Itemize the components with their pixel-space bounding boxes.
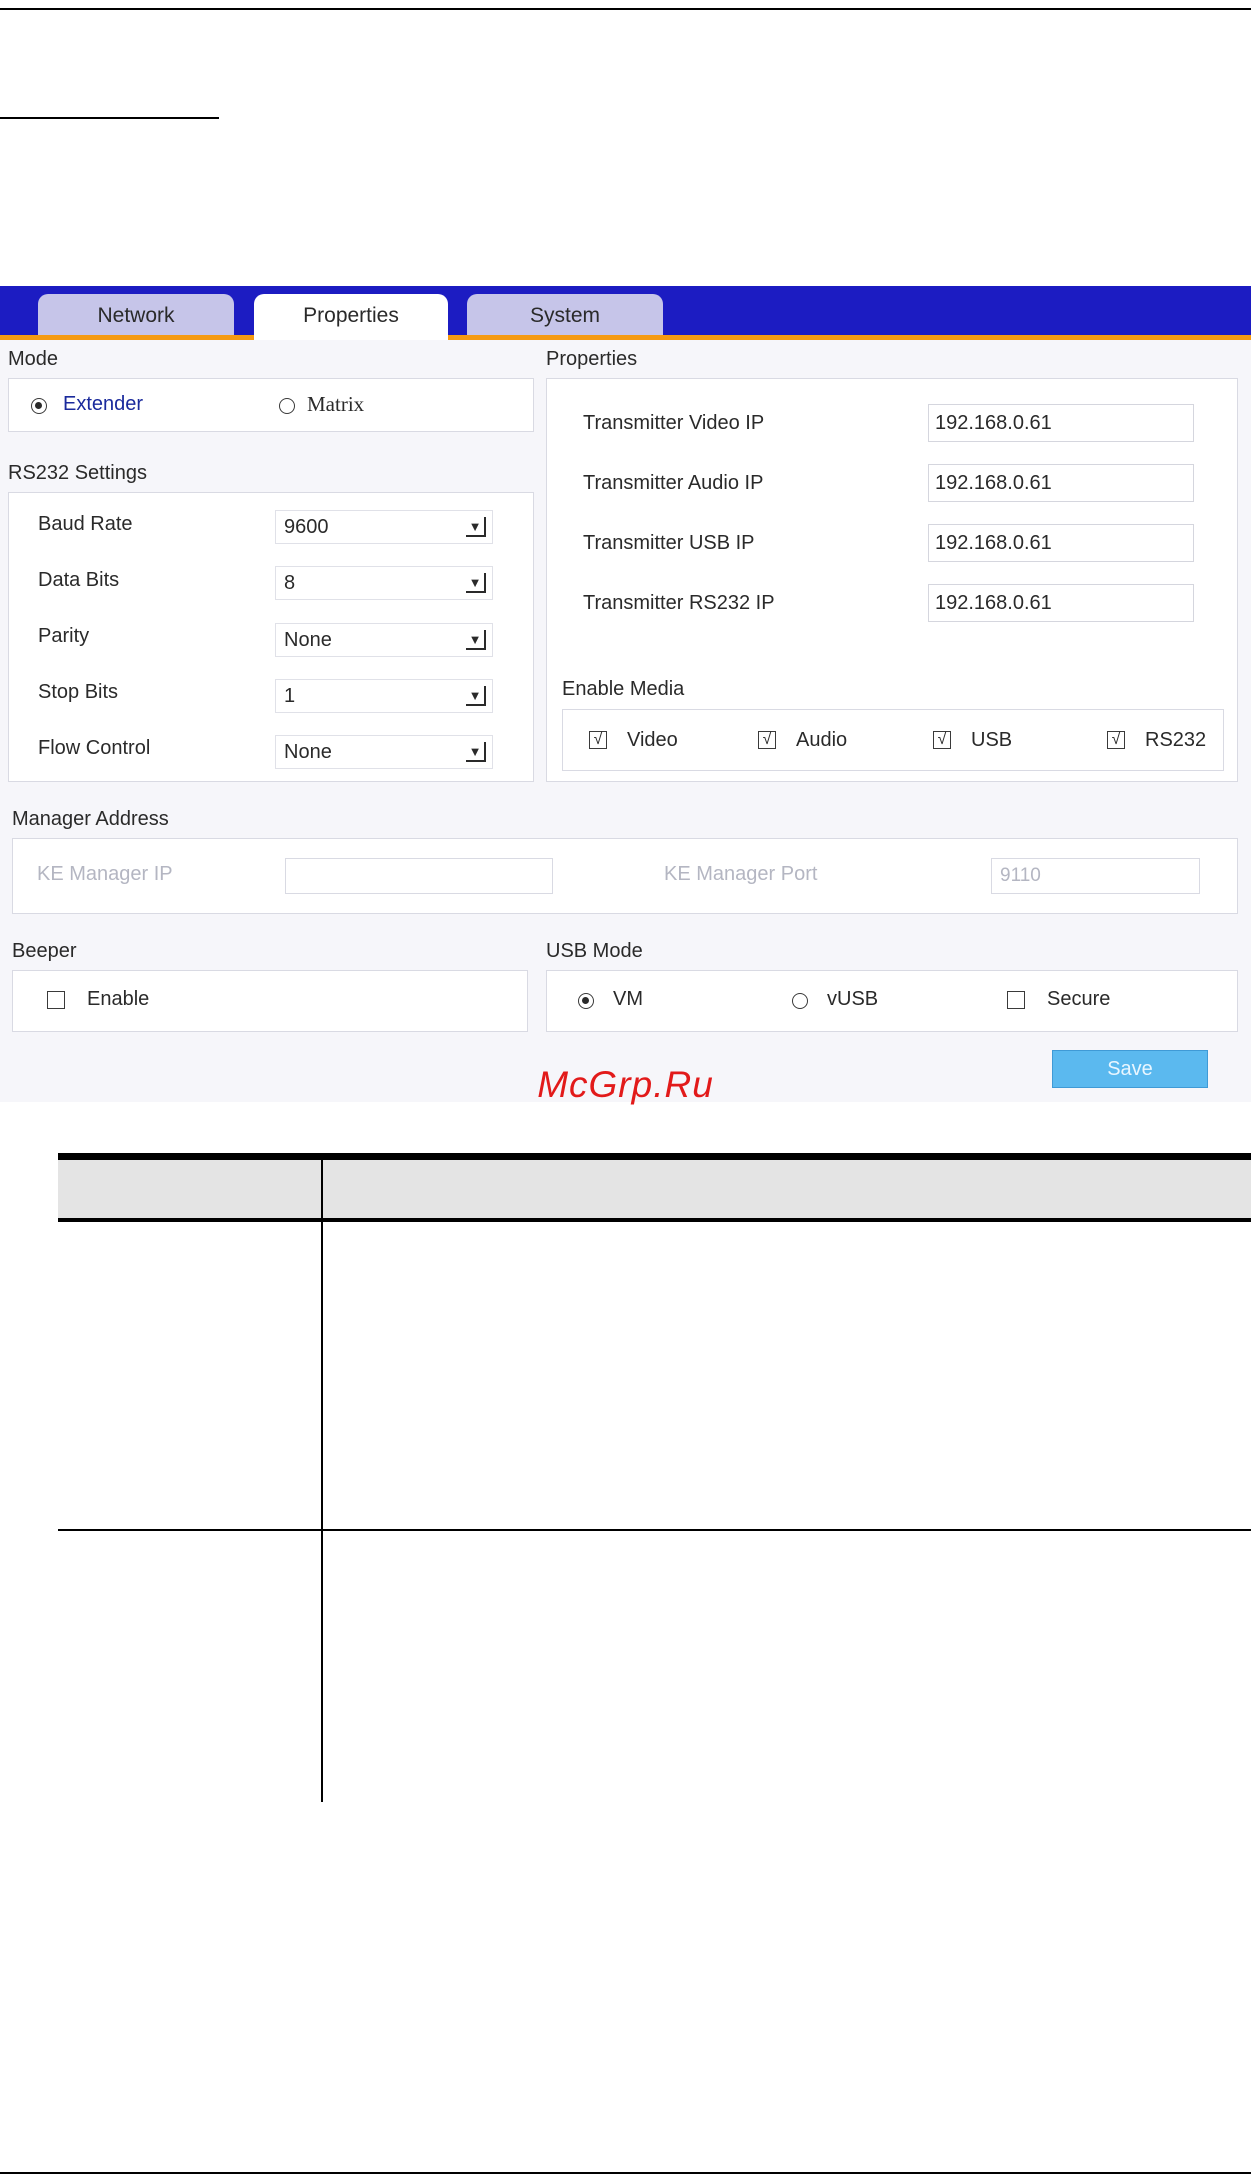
stop-bits-value: 1 — [284, 685, 296, 707]
audio-label: Audio — [796, 729, 848, 751]
usb-checkbox[interactable]: √ — [933, 731, 951, 749]
baud-rate-value: 9600 — [284, 516, 329, 538]
manager-title: Manager Address — [12, 808, 169, 830]
properties-group: Transmitter Video IP 192.168.0.61 Transm… — [546, 378, 1238, 782]
properties-title: Properties — [546, 348, 638, 370]
flow-control-label: Flow Control — [38, 737, 151, 759]
rs232-title: RS232 Settings — [8, 462, 147, 484]
vusb-label: vUSB — [827, 988, 879, 1010]
chevron-down-icon[interactable]: ▼ — [466, 630, 486, 650]
rs232-ip-field[interactable]: 192.168.0.61 — [928, 584, 1194, 622]
stop-bits-select[interactable]: 1 ▼ — [275, 679, 493, 713]
tab-system[interactable]: System — [467, 294, 663, 335]
rs232-checkbox[interactable]: √ — [1107, 731, 1125, 749]
video-checkbox[interactable]: √ — [589, 731, 607, 749]
flow-control-value: None — [284, 741, 332, 763]
audio-ip-field[interactable]: 192.168.0.61 — [928, 464, 1194, 502]
secure-checkbox[interactable] — [1007, 991, 1025, 1009]
usb-ip-label: Transmitter USB IP — [583, 532, 755, 554]
properties-screenshot: Network Properties System Mode Extender … — [0, 286, 1251, 1102]
flow-control-select[interactable]: None ▼ — [275, 735, 493, 769]
data-bits-select[interactable]: 8 ▼ — [275, 566, 493, 600]
beeper-enable-label: Enable — [87, 988, 150, 1010]
rs232-ip-label: Transmitter RS232 IP — [583, 592, 775, 614]
parity-label: Parity — [38, 625, 90, 647]
ke-manager-ip-field[interactable] — [285, 858, 553, 894]
table-column-divider — [321, 1222, 323, 1802]
extender-label: Extender — [63, 393, 144, 415]
chevron-down-icon[interactable]: ▼ — [466, 517, 486, 537]
chevron-down-icon[interactable]: ▼ — [466, 686, 486, 706]
tab-network[interactable]: Network — [38, 294, 234, 335]
parity-select[interactable]: None ▼ — [275, 623, 493, 657]
video-label: Video — [627, 729, 678, 751]
table-top-border — [58, 1153, 1251, 1160]
usb-ip-field[interactable]: 192.168.0.61 — [928, 524, 1194, 562]
ke-manager-port-field[interactable]: 9110 — [991, 858, 1200, 894]
table-header — [58, 1160, 1251, 1218]
bottom-rule — [0, 2172, 1251, 2174]
video-ip-field[interactable]: 192.168.0.61 — [928, 404, 1194, 442]
secure-label: Secure — [1047, 988, 1111, 1010]
beeper-title: Beeper — [12, 940, 77, 962]
usb-mode-title: USB Mode — [546, 940, 643, 962]
chevron-down-icon[interactable]: ▼ — [466, 742, 486, 762]
table-header-border — [58, 1218, 1251, 1222]
enable-media-title: Enable Media — [562, 678, 685, 700]
vm-radio[interactable] — [578, 993, 594, 1009]
stop-bits-label: Stop Bits — [38, 681, 119, 703]
mode-group: Extender Matrix — [8, 378, 534, 432]
table-row-divider — [58, 1529, 1251, 1531]
usb-label: USB — [971, 729, 1013, 751]
data-bits-label: Data Bits — [38, 569, 120, 591]
enable-media-group: √ Video √ Audio √ USB √ RS232 — [562, 709, 1224, 771]
usb-mode-group: VM vUSB Secure — [546, 970, 1238, 1032]
watermark: McGrp.Ru — [537, 1064, 714, 1105]
mode-title: Mode — [8, 348, 59, 370]
vm-label: VM — [613, 988, 643, 1010]
table-header-separator — [321, 1160, 323, 1218]
audio-checkbox[interactable]: √ — [758, 731, 776, 749]
tab-properties[interactable]: Properties — [254, 294, 448, 340]
top-rule — [0, 8, 1251, 10]
parity-value: None — [284, 629, 332, 651]
rs232-label: RS232 — [1145, 729, 1207, 751]
baud-rate-label: Baud Rate — [38, 513, 133, 535]
vusb-radio[interactable] — [792, 993, 808, 1009]
tab-bar-accent — [0, 335, 1251, 340]
audio-ip-label: Transmitter Audio IP — [583, 472, 764, 494]
ke-manager-ip-label: KE Manager IP — [37, 863, 173, 885]
video-ip-label: Transmitter Video IP — [583, 412, 765, 434]
chevron-down-icon[interactable]: ▼ — [466, 573, 486, 593]
beeper-group: Enable — [12, 970, 528, 1032]
beeper-enable-checkbox[interactable] — [47, 991, 65, 1009]
heading-underline — [0, 117, 219, 119]
baud-rate-select[interactable]: 9600 ▼ — [275, 510, 493, 544]
data-bits-value: 8 — [284, 572, 296, 594]
extender-radio[interactable] — [31, 398, 47, 414]
matrix-label: Matrix — [307, 392, 365, 416]
rs232-group: Baud Rate 9600 ▼ Data Bits 8 ▼ Parity No… — [8, 492, 534, 782]
manager-group: KE Manager IP KE Manager Port 9110 — [12, 838, 1238, 914]
matrix-radio[interactable] — [279, 398, 295, 414]
ke-manager-port-label: KE Manager Port — [664, 863, 818, 885]
